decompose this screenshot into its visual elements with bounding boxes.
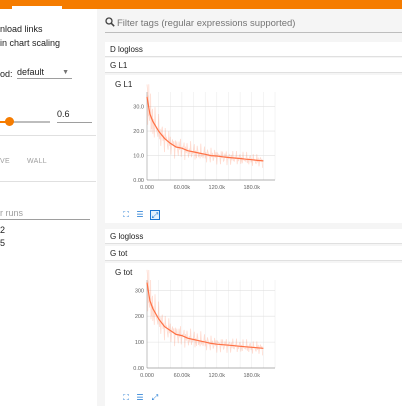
x-tick-label: 0.000 xyxy=(140,185,154,191)
sidebar: nload links in chart scaling od: default… xyxy=(0,9,96,406)
y-tick-label: 200 xyxy=(135,314,144,320)
chart-title: G L1 xyxy=(115,80,133,89)
horizontal-axis-relative[interactable]: VE xyxy=(0,158,10,165)
y-tick-label: 0.00 xyxy=(133,366,144,372)
fullscreen-icon[interactable]: ⛶ xyxy=(121,393,131,403)
tooltip-method-value: default xyxy=(17,67,45,77)
list-icon[interactable]: ☰ xyxy=(135,210,145,220)
top-toolbar xyxy=(0,0,402,9)
chart-title: G tot xyxy=(115,268,133,277)
category-d-logloss[interactable]: D logloss xyxy=(105,42,402,57)
run-item[interactable]: 2 xyxy=(0,225,5,235)
x-tick-label: 180.0k xyxy=(243,185,260,191)
show-download-links-label[interactable]: nload links xyxy=(0,24,43,34)
y-tick-label: 100 xyxy=(135,340,144,346)
category-g-tot[interactable]: G tot xyxy=(105,246,402,261)
search-icon xyxy=(105,17,115,27)
y-tick-label: 300 xyxy=(135,288,144,294)
x-tick-label: 60.00k xyxy=(174,373,191,379)
search-placeholder: Filter tags (regular expressions support… xyxy=(117,18,296,29)
list-icon[interactable]: ☰ xyxy=(135,393,145,403)
fullscreen-icon[interactable]: ⛶ xyxy=(121,210,131,220)
chart-card-g-l1: G L1 30.0 20.0 10.0 0.00 0.000 60.00k 120.0k 18… xyxy=(105,75,402,223)
dropdown-caret-icon: ▼ xyxy=(62,69,69,76)
smoothing-slider-thumb[interactable] xyxy=(5,117,14,126)
tag-filter-search[interactable]: Filter tags (regular expressions support… xyxy=(105,15,402,33)
horizontal-axis-wall[interactable]: WALL xyxy=(27,158,47,165)
runs-filter-input[interactable]: r runs xyxy=(0,208,90,220)
x-tick-label: 0.000 xyxy=(140,373,154,379)
x-tick-label: 120.0k xyxy=(209,373,226,379)
y-tick-label: 10.0 xyxy=(133,154,144,160)
divider xyxy=(0,135,96,136)
fit-domain-icon[interactable]: ⤢ xyxy=(150,210,160,220)
tooltip-method-select[interactable]: default ▼ xyxy=(17,67,72,79)
x-tick-label: 180.0k xyxy=(243,373,260,379)
chart-g-tot[interactable]: 300 200 100 0.000.000 60.00k 120.0k 180.0k xyxy=(125,269,285,379)
run-item[interactable]: 5 xyxy=(0,238,5,248)
tooltip-method-label: od: xyxy=(0,69,13,79)
divider xyxy=(0,181,96,182)
chart-g-l1[interactable]: 30.0 20.0 10.0 0.000.000 60.00k 120.0k 180.0k xyxy=(125,84,285,191)
fit-domain-icon[interactable]: ⤢ xyxy=(150,393,160,403)
category-g-l1[interactable]: G L1 xyxy=(105,58,402,73)
y-tick-label: 30.0 xyxy=(133,105,144,111)
y-tick-label: 0.00 xyxy=(133,178,144,184)
chart-card-g-tot: G tot 300 200 100 0.00 0.000 60.00k 120.0k 180.… xyxy=(105,263,402,406)
y-tick-label: 20.0 xyxy=(133,129,144,135)
main-panel: Filter tags (regular expressions support… xyxy=(97,9,402,406)
x-tick-label: 60.00k xyxy=(174,185,191,191)
x-tick-label: 120.0k xyxy=(209,185,226,191)
category-g-logloss[interactable]: G logloss xyxy=(105,229,402,244)
smoothing-input[interactable]: 0.6 xyxy=(57,107,92,123)
ignore-outliers-label[interactable]: in chart scaling xyxy=(0,38,60,48)
